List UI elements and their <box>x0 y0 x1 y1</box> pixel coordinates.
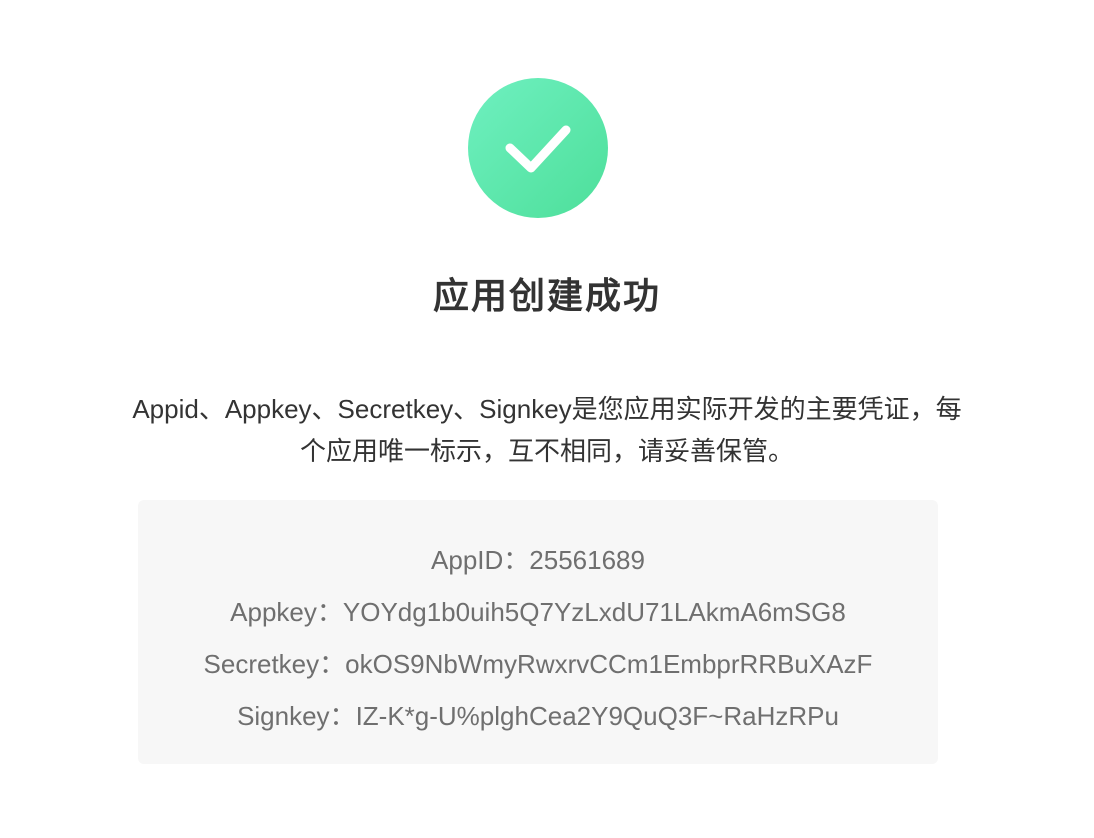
secretkey-row: Secretkey：okOS9NbWmyRwxrvCCm1EmbprRRBuXA… <box>138 638 938 690</box>
page-title: 应用创建成功 <box>432 275 661 316</box>
secretkey-label: Secretkey： <box>203 649 346 679</box>
appkey-label: Appkey： <box>230 597 343 627</box>
check-icon <box>505 125 571 173</box>
credentials-panel: AppID：25561689 Appkey：YOYdg1b0uih5Q7YzLx… <box>138 500 938 764</box>
appid-value: 25561689 <box>529 545 645 575</box>
appkey-value: YOYdg1b0uih5Q7YzLxdU71LAkmA6mSG8 <box>342 597 846 627</box>
appid-label: AppID： <box>431 545 530 575</box>
signkey-value: IZ-K*g-U%plghCea2Y9QuQ3F~RaHzRPu <box>355 701 839 731</box>
secretkey-value: okOS9NbWmyRwxrvCCm1EmbprRRBuXAzF <box>345 649 873 679</box>
signkey-label: Signkey： <box>237 701 356 731</box>
description-line-1: Appid、Appkey、Secretkey、Signkey是您应用实际开发的主… <box>132 394 962 424</box>
appkey-row: Appkey：YOYdg1b0uih5Q7YzLxdU71LAkmA6mSG8 <box>138 586 938 638</box>
appid-row: AppID：25561689 <box>138 534 938 586</box>
success-badge <box>468 78 608 218</box>
signkey-row: Signkey：IZ-K*g-U%plghCea2Y9QuQ3F~RaHzRPu <box>138 690 938 742</box>
success-page: 应用创建成功 Appid、Appkey、Secretkey、Signkey是您应… <box>0 0 1094 838</box>
description-text: Appid、Appkey、Secretkey、Signkey是您应用实际开发的主… <box>80 388 1014 472</box>
description-line-2: 个应用唯一标示，互不相同，请妥善保管。 <box>299 436 794 466</box>
